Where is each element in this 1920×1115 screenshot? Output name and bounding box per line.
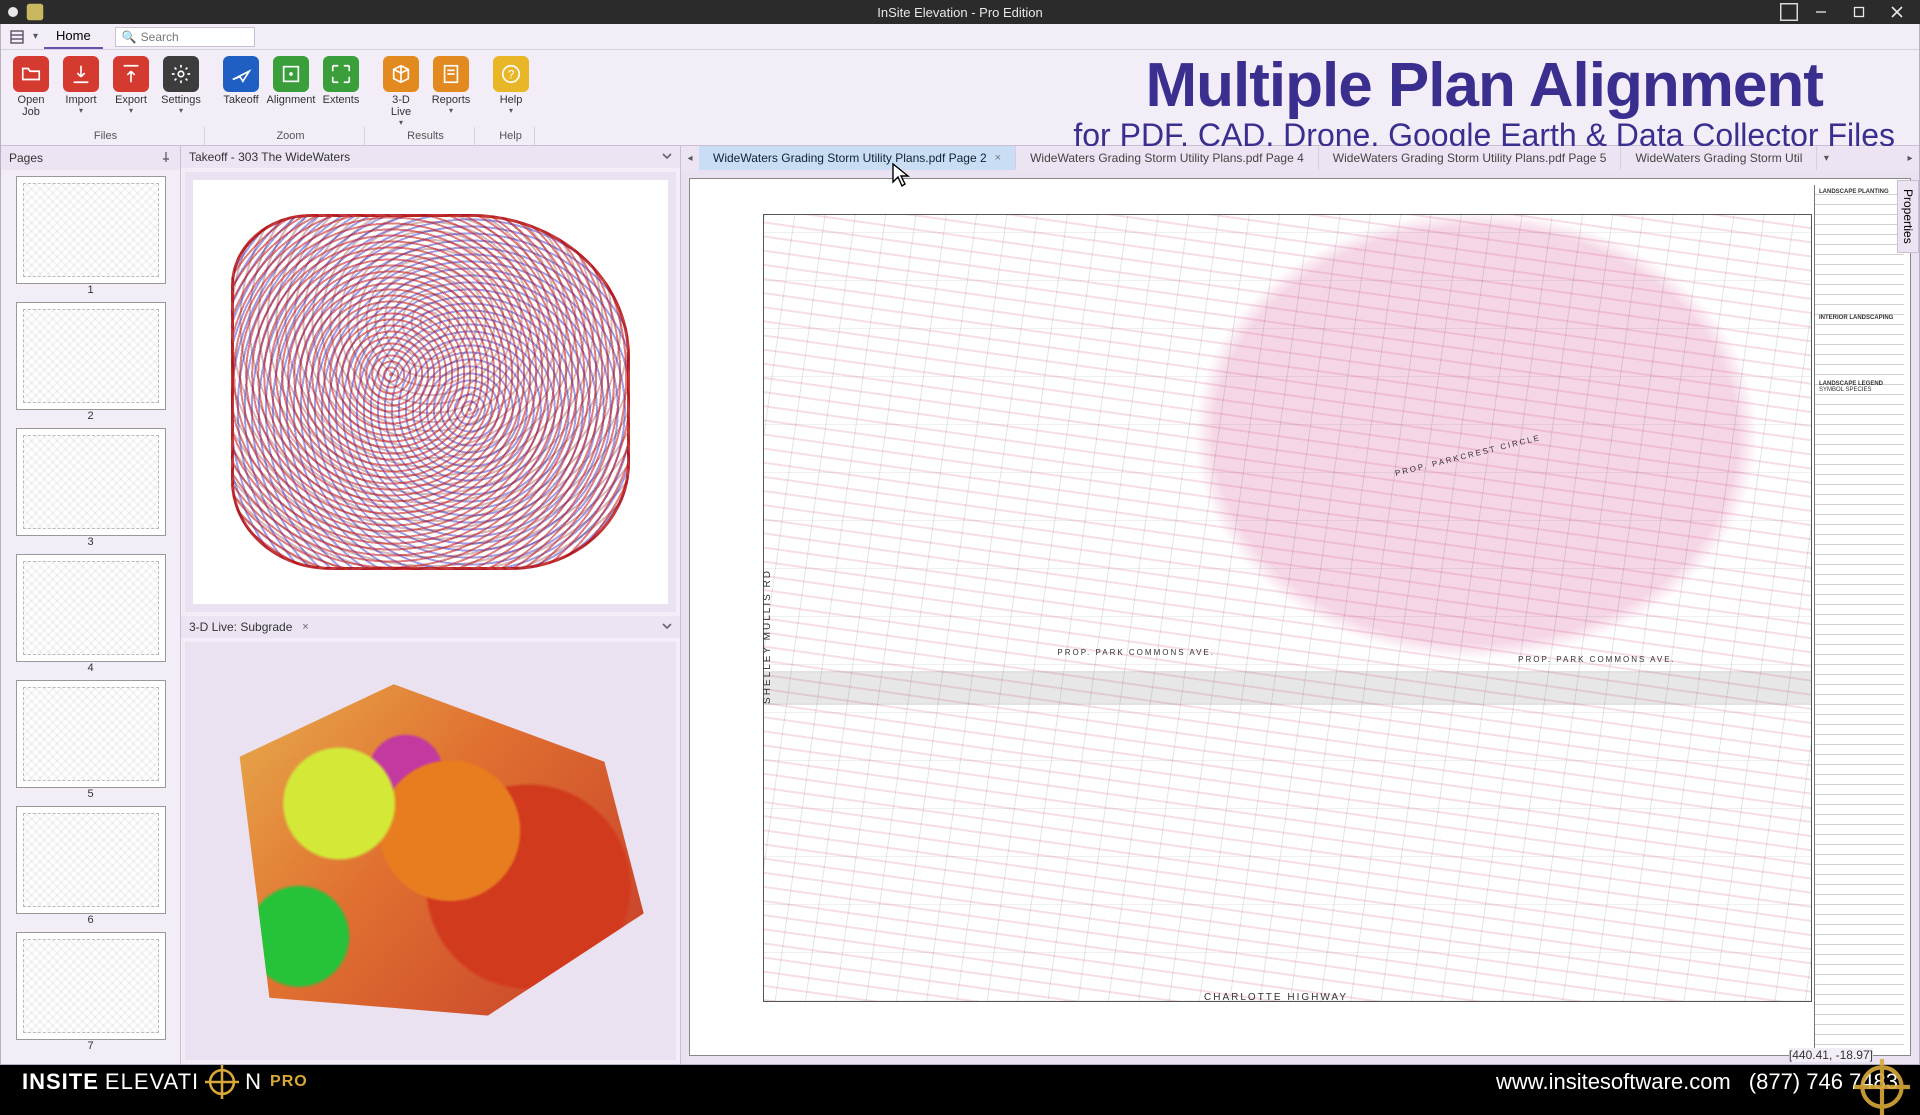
- window-title: InSite Elevation - Pro Edition: [877, 5, 1042, 20]
- workspace: Pages 1 2 3 4 5 6 7 Takeoff - 303 The Wi…: [1, 146, 1919, 1064]
- pin-icon[interactable]: [160, 151, 172, 166]
- group-zoom-caption: Zoom: [217, 127, 365, 145]
- pages-header: Pages: [9, 151, 43, 165]
- page-thumb[interactable]: 1: [11, 176, 170, 296]
- ribbon: Open Job Import▾ Export▾ Settings▾ Files: [1, 50, 1919, 146]
- titlebar-extra-icon[interactable]: [1778, 1, 1800, 23]
- brand-logo: INSITE ELEVATI N PRO: [22, 1065, 308, 1099]
- group-results-caption: Results: [377, 127, 475, 145]
- crosshair-icon: [205, 1065, 239, 1099]
- tab-overflow-icon[interactable]: ▾: [1817, 146, 1835, 170]
- takeoff-view-title: Takeoff - 303 The WideWaters: [189, 150, 350, 164]
- pages-panel: Pages 1 2 3 4 5 6 7: [1, 146, 181, 1064]
- quick-access-bar: ▾ Home 🔍 Search: [1, 24, 1919, 50]
- close-view-icon[interactable]: ×: [298, 620, 312, 634]
- doc-tab[interactable]: WideWaters Grading Storm Utility Plans.p…: [699, 146, 1016, 170]
- open-job-button[interactable]: Open Job: [7, 52, 55, 127]
- search-icon: 🔍: [122, 30, 137, 44]
- takeoff-canvas[interactable]: [185, 172, 676, 612]
- titlebar: InSite Elevation - Pro Edition: [0, 0, 1920, 24]
- extents-icon: [323, 56, 359, 92]
- road-label: SHELLEY MULLIS RD: [762, 569, 773, 704]
- close-tab-icon[interactable]: ×: [995, 152, 1001, 164]
- plan-viewport[interactable]: CHARLOTTE HIGHWAY SHELLEY MULLIS RD PROP…: [681, 170, 1919, 1064]
- view-menu-icon[interactable]: [662, 150, 672, 164]
- tab-scroll-left-icon[interactable]: ◂: [681, 146, 699, 170]
- page-thumb[interactable]: 5: [11, 680, 170, 800]
- folder-open-icon: [13, 56, 49, 92]
- page-thumb[interactable]: 3: [11, 428, 170, 548]
- extents-button[interactable]: Extents: [317, 52, 365, 127]
- road-label: PROP. PARKCREST CIRCLE: [1394, 433, 1542, 478]
- export-button[interactable]: Export▾: [107, 52, 155, 127]
- help-icon: ?: [493, 56, 529, 92]
- doc-tab[interactable]: WideWaters Grading Storm Utility Plans.p…: [1319, 146, 1622, 170]
- search-input[interactable]: 🔍 Search: [115, 27, 255, 47]
- doc-tab[interactable]: WideWaters Grading Storm Util: [1621, 146, 1817, 170]
- main-view: ◂ WideWaters Grading Storm Utility Plans…: [681, 146, 1919, 1064]
- svg-text:?: ?: [508, 68, 515, 82]
- takeoff-button[interactable]: Takeoff: [217, 52, 265, 127]
- app-icon: [24, 1, 46, 23]
- document-tabs: ◂ WideWaters Grading Storm Utility Plans…: [681, 146, 1919, 170]
- road-label: CHARLOTTE HIGHWAY: [1204, 992, 1348, 1003]
- import-button[interactable]: Import▾: [57, 52, 105, 127]
- app-surface: ▾ Home 🔍 Search Open Job Import▾ Export▾: [0, 24, 1920, 1065]
- qat-dropdown-icon[interactable]: ▾: [33, 31, 38, 42]
- alignment-button[interactable]: Alignment: [267, 52, 315, 127]
- reports-button[interactable]: Reports▾: [427, 52, 475, 127]
- live3d-view-title: 3-D Live: Subgrade: [189, 620, 292, 634]
- page-thumb[interactable]: 4: [11, 554, 170, 674]
- close-button[interactable]: [1880, 0, 1914, 24]
- plan-legend: LANDSCAPE PLANTING INTERIOR LANDSCAPING …: [1814, 185, 1904, 1049]
- road-label: PROP. PARK COMMONS AVE.: [1518, 655, 1676, 664]
- road-label: PROP. PARK COMMONS AVE.: [1057, 648, 1215, 657]
- tab-scroll-right-icon[interactable]: ▸: [1901, 146, 1919, 170]
- footer-url: www.insitesoftware.com: [1496, 1069, 1731, 1095]
- marketing-overlay: Multiple Plan Alignment for PDF, CAD, Dr…: [1073, 50, 1895, 154]
- crosshair-icon: [1854, 1059, 1910, 1115]
- app-menu-icon[interactable]: [7, 28, 27, 46]
- cube-icon: [383, 56, 419, 92]
- search-placeholder: Search: [141, 30, 179, 44]
- doc-tab[interactable]: WideWaters Grading Storm Utility Plans.p…: [1016, 146, 1319, 170]
- tab-home[interactable]: Home: [44, 24, 103, 49]
- marketing-title: Multiple Plan Alignment: [1073, 50, 1895, 121]
- settings-button[interactable]: Settings▾: [157, 52, 205, 127]
- live3d-canvas[interactable]: [185, 642, 676, 1060]
- footer-bar: INSITE ELEVATI N PRO www.insitesoftware.…: [0, 1065, 1920, 1099]
- maximize-button[interactable]: [1842, 0, 1876, 24]
- alignment-icon: [273, 56, 309, 92]
- 3d-live-button[interactable]: 3-D Live▾: [377, 52, 425, 127]
- import-icon: [63, 56, 99, 92]
- page-thumbnails[interactable]: 1 2 3 4 5 6 7: [1, 170, 180, 1064]
- help-button[interactable]: ? Help▾: [487, 52, 535, 127]
- page-thumb[interactable]: 2: [11, 302, 170, 422]
- page-thumb[interactable]: 7: [11, 932, 170, 1052]
- page-thumb[interactable]: 6: [11, 806, 170, 926]
- properties-tab[interactable]: Properties: [1897, 180, 1919, 253]
- minimize-button[interactable]: [1804, 0, 1838, 24]
- group-help-caption: Help: [487, 127, 535, 145]
- sysmenu-dot-icon: [8, 7, 18, 17]
- view-menu-icon[interactable]: [662, 620, 672, 634]
- takeoff-icon: [223, 56, 259, 92]
- group-files-caption: Files: [7, 127, 205, 145]
- center-column: Takeoff - 303 The WideWaters 3-D Live: S…: [181, 146, 681, 1064]
- export-icon: [113, 56, 149, 92]
- gear-icon: [163, 56, 199, 92]
- reports-icon: [433, 56, 469, 92]
